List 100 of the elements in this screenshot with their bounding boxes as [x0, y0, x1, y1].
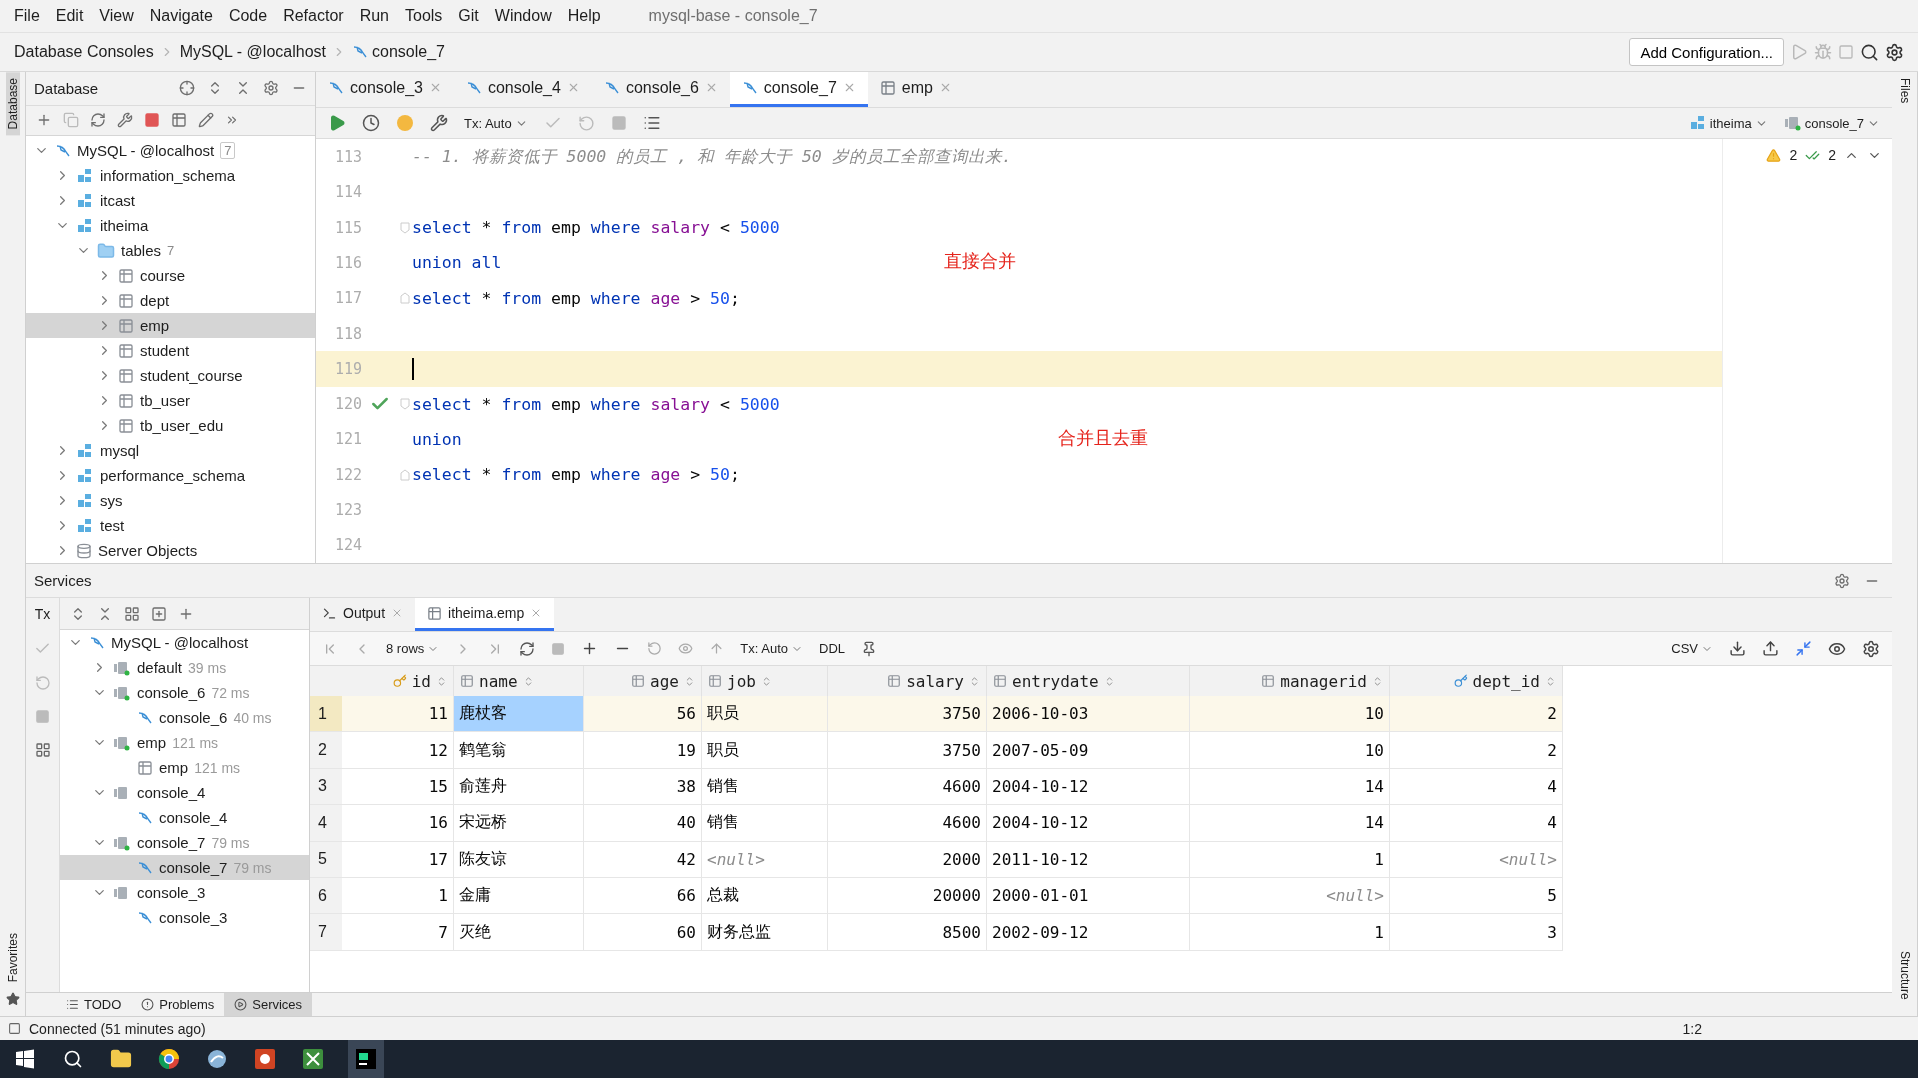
pin-icon[interactable] [861, 640, 877, 657]
tree-item[interactable]: tables 7 [26, 238, 315, 263]
tree-item[interactable]: console_7 79 ms [60, 830, 309, 855]
submit-icon[interactable] [709, 641, 725, 656]
page-size-dropdown[interactable]: 8 rows [386, 641, 440, 656]
menu-item[interactable]: Help [559, 7, 609, 25]
transaction-button[interactable]: Tx [34, 606, 51, 622]
tree-item[interactable]: itcast [26, 188, 315, 213]
column-header[interactable]: dept_id [1390, 666, 1563, 696]
add-configuration-button[interactable]: Add Configuration... [1629, 38, 1784, 66]
tree-item[interactable]: console_7 79 ms [60, 855, 309, 880]
tool-window-tab[interactable]: TODO [56, 993, 132, 1016]
browser-icon[interactable] [158, 1048, 180, 1070]
tree-item[interactable]: console_4 [60, 780, 309, 805]
tree-item[interactable]: console_3 [60, 905, 309, 930]
session-dropdown[interactable]: console_7 [1783, 115, 1880, 132]
tree-item[interactable]: information_schema [26, 163, 315, 188]
history-icon[interactable] [362, 114, 380, 133]
menu-item[interactable]: Window [486, 7, 560, 25]
menu-item[interactable]: File [6, 7, 48, 25]
breadcrumb[interactable]: Database Consoles [14, 43, 154, 61]
refresh-icon[interactable] [90, 112, 106, 129]
spreadsheet-app-icon[interactable] [302, 1048, 324, 1070]
group-icon[interactable] [124, 605, 140, 622]
tree-item[interactable]: Server Objects [26, 538, 315, 563]
transaction-mode-dropdown[interactable]: Tx: Auto [464, 115, 528, 131]
tree-item[interactable]: course [26, 263, 315, 288]
tree-item[interactable]: emp [26, 313, 315, 338]
editor-tab[interactable]: console_7 [729, 72, 868, 107]
editor-tab[interactable]: console_6 [591, 72, 730, 107]
tree-item[interactable]: console_6 72 ms [60, 680, 309, 705]
result-tab[interactable]: itheima.emp [415, 598, 555, 631]
ddl-button[interactable]: DDL [819, 641, 845, 656]
favorites-tool-tab[interactable]: Favorites [5, 926, 20, 988]
column-header[interactable]: name [454, 666, 584, 696]
tool-window-tab[interactable]: Services [224, 993, 313, 1016]
tree-item[interactable]: MySQL - @localhost 7 [26, 138, 315, 163]
column-header[interactable]: age [584, 666, 702, 696]
tree-item[interactable]: emp 121 ms [60, 755, 309, 780]
tree-item[interactable]: console_4 [60, 805, 309, 830]
editor-tab[interactable]: emp [867, 72, 964, 107]
run-icon[interactable] [328, 114, 346, 133]
edit-icon[interactable] [198, 112, 214, 129]
upload-icon[interactable] [1762, 640, 1779, 657]
files-tool-tab[interactable]: Files [1897, 72, 1912, 110]
menu-item[interactable]: Code [220, 7, 276, 25]
tree-item[interactable]: test [26, 513, 315, 538]
menu-item[interactable]: Git [450, 7, 487, 25]
settings-icon[interactable] [1885, 42, 1904, 62]
stop-icon[interactable] [144, 112, 160, 129]
tree-item[interactable]: console_3 [60, 880, 309, 905]
tree-item[interactable]: tb_user [26, 388, 315, 413]
reload-icon[interactable] [519, 640, 536, 657]
datagrip-app-icon[interactable] [355, 1048, 377, 1070]
schema-dropdown[interactable]: itheima [1688, 115, 1768, 132]
database-tool-tab[interactable]: Database [5, 72, 20, 136]
file-explorer-icon[interactable] [110, 1048, 132, 1070]
column-header[interactable]: salary [828, 666, 987, 696]
settings-icon[interactable] [1862, 639, 1880, 658]
column-header[interactable]: entrydate [987, 666, 1190, 696]
tree-item[interactable]: dept [26, 288, 315, 313]
caret-position[interactable]: 1:2 [1682, 1020, 1702, 1037]
preview-icon[interactable] [678, 641, 694, 656]
download-icon[interactable] [1729, 640, 1746, 657]
transaction-mode-dropdown[interactable]: Tx: Auto [740, 641, 803, 656]
layout-icon[interactable] [34, 742, 51, 758]
search-icon[interactable] [1860, 42, 1879, 62]
tool-window-tab[interactable]: Problems [131, 993, 225, 1016]
table-icon[interactable] [171, 112, 187, 129]
tree-item[interactable]: sys [26, 488, 315, 513]
tree-item[interactable]: console_6 40 ms [60, 705, 309, 730]
tree-item[interactable]: mysql [26, 438, 315, 463]
breadcrumb[interactable]: console_7 [352, 43, 445, 61]
menu-item[interactable]: Edit [47, 7, 92, 25]
editor-tab[interactable]: console_3 [316, 72, 454, 107]
menu-item[interactable]: Navigate [141, 7, 221, 25]
windows-start-icon[interactable] [15, 1049, 35, 1069]
star-icon[interactable] [5, 992, 20, 1006]
tree-item[interactable]: default 39 ms [60, 655, 309, 680]
tree-item[interactable]: tb_user_edu [26, 413, 315, 438]
menu-item[interactable]: Tools [397, 7, 451, 25]
presentation-app-icon[interactable] [254, 1048, 276, 1070]
column-header[interactable]: id [342, 666, 454, 696]
new-tab-icon[interactable] [151, 605, 167, 622]
structure-tool-tab[interactable]: Structure [1897, 945, 1912, 1006]
app-icon[interactable] [206, 1048, 228, 1070]
tree-item[interactable]: itheima [26, 213, 315, 238]
tree-item[interactable]: performance_schema [26, 463, 315, 488]
menu-item[interactable]: View [91, 7, 142, 25]
search-icon[interactable] [63, 1049, 83, 1069]
locate-icon[interactable] [179, 80, 195, 97]
tree-item[interactable]: emp 121 ms [60, 730, 309, 755]
compare-icon[interactable] [1795, 640, 1812, 657]
menu-item[interactable]: Run [351, 7, 397, 25]
wrench-icon[interactable] [430, 114, 448, 133]
editor-tab[interactable]: console_4 [453, 72, 592, 107]
menu-item[interactable]: Refactor [275, 7, 352, 25]
result-tab[interactable]: Output [310, 598, 416, 631]
breadcrumb[interactable]: MySQL - @localhost [179, 43, 326, 61]
revert-icon[interactable] [647, 641, 663, 656]
